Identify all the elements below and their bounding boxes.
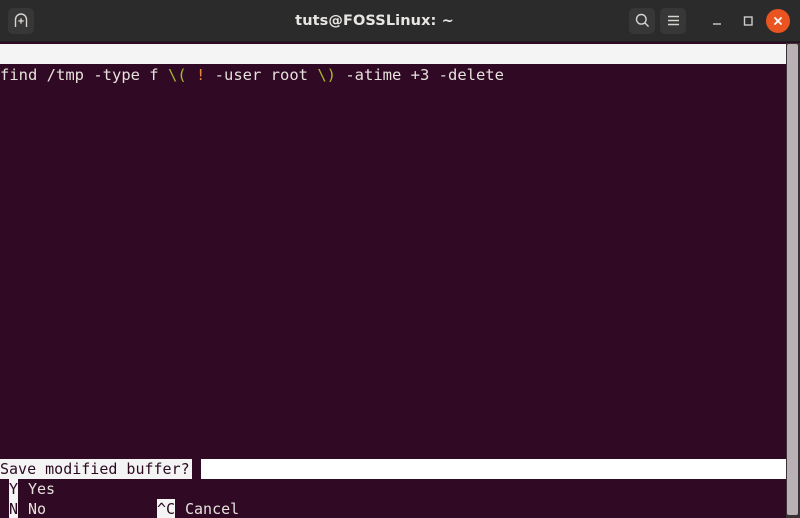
prompt-input[interactable] [200,459,786,479]
minimize-icon[interactable] [704,8,730,34]
shortcut-label-cancel[interactable]: Cancel [185,499,239,518]
prompt-gap [191,459,201,479]
nano-header-bar: GNU nano 4.8 /opt/scripts/tmp.cleanup.sh… [0,44,786,64]
code-token: -user root [205,66,318,84]
titlebar-left-controls [0,7,120,34]
nano-prompt-row: Save modified buffer? [0,459,786,479]
vertical-scrollbar[interactable] [786,43,800,518]
code-token: find /tmp -type f [0,66,168,84]
hamburger-menu-icon[interactable] [660,7,686,34]
code-token: \( [167,66,187,84]
shortcut-label-no[interactable]: No [28,499,46,518]
terminal-window: tuts@FOSSLinux: ~ find /tmp -type f \(!… [0,0,800,518]
close-x-icon[interactable] [766,8,790,33]
prompt-option-row-no-cancel: N No ^C Cancel [0,499,786,518]
prompt-option-row-yes: Y Yes [0,479,786,499]
prompt-question: Save modified buffer? [0,459,192,479]
window-title: tuts@FOSSLinux: ~ [295,12,454,29]
editor-line-1[interactable]: find /tmp -type f \( ! -user root \) -at… [0,64,786,86]
shortcut-key-y[interactable]: Y [9,479,19,499]
code-token: \) [317,66,336,84]
new-tab-plus-icon[interactable] [8,7,34,34]
window-titlebar: tuts@FOSSLinux: ~ [0,0,800,42]
shortcut-key-n[interactable]: N [9,499,19,518]
shortcut-label-yes[interactable]: Yes [28,479,55,499]
titlebar-right-controls [629,7,800,34]
shortcut-key-ctrl-c[interactable]: ^C [157,499,176,518]
scrollbar-thumb[interactable] [787,44,798,515]
search-icon[interactable] [629,7,655,34]
code-token: ! [196,66,206,84]
nano-editor-area[interactable]: find /tmp -type f \( ! -user root \) -at… [0,64,786,459]
code-token: -atime +3 -delete [336,66,504,84]
maximize-icon[interactable] [735,8,761,34]
